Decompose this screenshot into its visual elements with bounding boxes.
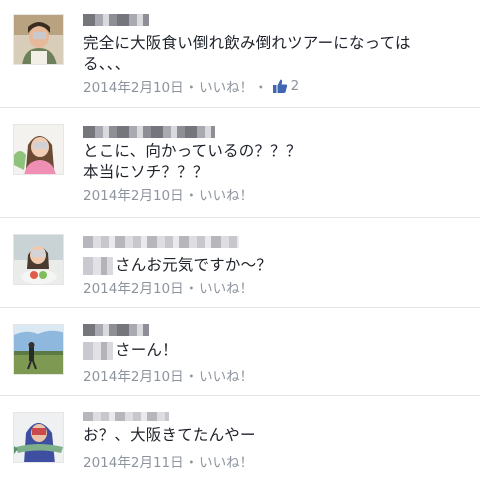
like-link[interactable]: いいね！: [199, 76, 253, 96]
commenter-name-redacted: [83, 126, 215, 138]
comment-item: とこに、向かっているの？？？ 本当にソチ？？？ 2014年2月10日 ・ いいね…: [0, 108, 480, 218]
like-link[interactable]: いいね！: [199, 365, 253, 385]
comment-text: さーん！: [83, 340, 462, 361]
meta-separator: ・: [184, 188, 199, 204]
commenter-name-redacted: [83, 14, 149, 26]
comment-meta: 2014年2月10日 ・ いいね！: [83, 277, 253, 297]
like-link[interactable]: いいね！: [199, 184, 253, 204]
like-count[interactable]: 2: [291, 78, 300, 94]
thumbs-up-icon[interactable]: [272, 78, 288, 94]
comment-text-line: る、、、: [83, 55, 131, 73]
comment-meta: 2014年2月11日 ・ いいね！: [83, 451, 253, 471]
avatar[interactable]: [13, 324, 64, 375]
comment-date[interactable]: 2014年2月10日: [83, 365, 184, 385]
commenter-name-redacted: [83, 236, 239, 248]
meta-separator: ・: [184, 80, 199, 96]
comment-text: 完全に大阪食い倒れ飲み倒れツアーになっては る、、、: [83, 33, 462, 75]
comment-text: お？、大阪きてたんやー: [83, 425, 462, 446]
comment-item: 完全に大阪食い倒れ飲み倒れツアーになっては る、、、 2014年2月10日 ・ …: [0, 0, 480, 108]
comment-text-line: 本当にソチ？？？: [83, 163, 209, 181]
comment-meta: 2014年2月10日 ・ いいね！: [83, 365, 253, 385]
comment-meta: 2014年2月10日 ・ いいね！: [83, 184, 253, 204]
comment-item: お？、大阪きてたんやー 2014年2月11日 ・ いいね！: [0, 396, 480, 486]
comment-text-line: さんお元気ですか〜？: [115, 256, 273, 274]
avatar[interactable]: [13, 14, 64, 65]
commenter-name-redacted: [83, 412, 169, 421]
comment-item: さんお元気ですか〜？ 2014年2月10日 ・ いいね！: [0, 218, 480, 308]
meta-separator: ・: [184, 455, 199, 471]
meta-separator: ・: [184, 369, 199, 385]
comment-meta: 2014年2月10日 ・ いいね！ ・ 2: [83, 76, 299, 96]
commenter-name-redacted: [83, 324, 149, 336]
comment-date[interactable]: 2014年2月10日: [83, 76, 184, 96]
mention-redacted: [83, 341, 113, 360]
comment-date[interactable]: 2014年2月11日: [83, 451, 184, 471]
meta-separator: ・: [254, 80, 268, 96]
comment-date[interactable]: 2014年2月10日: [83, 277, 184, 297]
mention-redacted: [83, 256, 113, 275]
meta-separator: ・: [184, 281, 199, 297]
comment-text: さんお元気ですか〜？: [83, 255, 462, 276]
avatar[interactable]: [13, 412, 64, 463]
like-link[interactable]: いいね！: [199, 277, 253, 297]
comment-text: とこに、向かっているの？？？ 本当にソチ？？？: [83, 141, 462, 183]
comment-text-line: お？、大阪きてたんやー: [83, 426, 256, 444]
avatar[interactable]: [13, 124, 64, 175]
comment-text-line: 完全に大阪食い倒れ飲み倒れツアーになっては: [83, 34, 411, 52]
comment-date[interactable]: 2014年2月10日: [83, 184, 184, 204]
avatar[interactable]: [13, 234, 64, 285]
comment-item: さーん！ 2014年2月10日 ・ いいね！: [0, 308, 480, 396]
comment-text-line: さーん！: [115, 341, 178, 359]
comment-text-line: とこに、向かっているの？？？: [83, 142, 302, 160]
like-link[interactable]: いいね！: [199, 451, 253, 471]
